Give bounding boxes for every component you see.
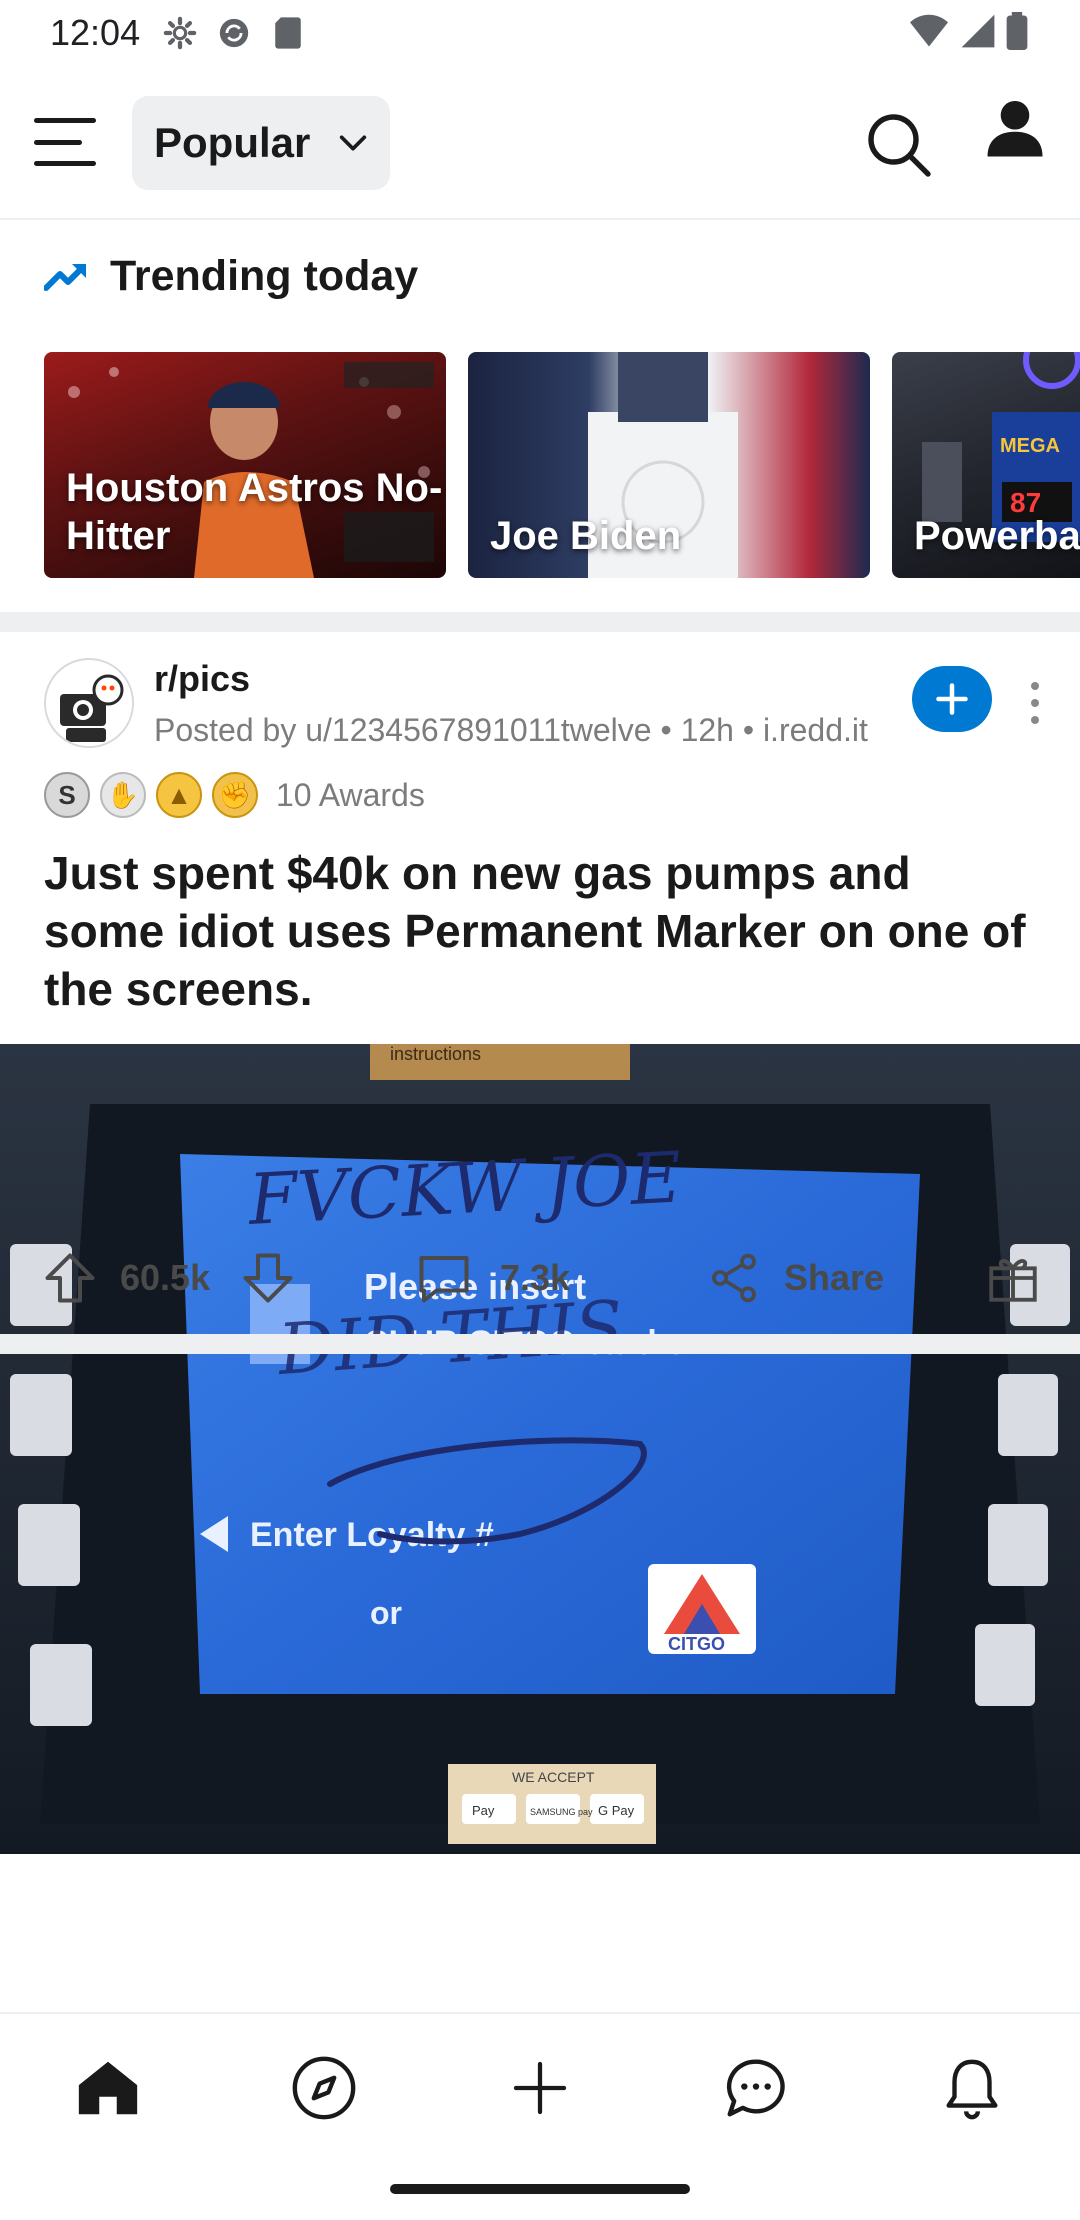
wifi-icon: [908, 12, 950, 55]
post-meta: Posted by u/1234567891011twelve • 12h • …: [154, 712, 868, 748]
menu-button[interactable]: [30, 112, 100, 172]
settings-status-icon: [162, 15, 198, 51]
gold-award-icon: ✊: [212, 772, 258, 818]
feed-selector[interactable]: Popular: [132, 96, 390, 190]
post-title[interactable]: Just spent $40k on new gas pumps and som…: [44, 844, 1034, 1018]
gift-award-icon: [989, 1259, 1037, 1302]
gesture-navigation-bar[interactable]: [390, 2184, 690, 2194]
comment-icon: [419, 1256, 469, 1303]
create-icon: [513, 2061, 567, 2115]
award-button[interactable]: [984, 1244, 1042, 1312]
discover-icon: [292, 2056, 356, 2120]
sd-card-status-icon: [270, 15, 306, 51]
gas-pump-screen-image: instructions Please insert CLUB CITGO ca…: [0, 1044, 1080, 1854]
chevron-down-icon: [336, 126, 370, 165]
share-icon: [712, 1253, 756, 1303]
dot: [1031, 699, 1039, 707]
status-notification-icons: [162, 15, 306, 51]
more-options-button[interactable]: [1020, 678, 1050, 728]
svg-text:MEGA: MEGA: [1000, 435, 1060, 457]
dot: [1031, 682, 1039, 690]
instructions-label: instructions: [390, 1044, 481, 1064]
pay-1: Pay: [472, 1803, 495, 1818]
helpful-award-icon: ▲: [156, 772, 202, 818]
trending-card-label: Houston Astros No-Hitter: [66, 466, 443, 558]
feed-selector-label: Popular: [154, 119, 311, 166]
nav-home[interactable]: [70, 2050, 146, 2126]
trending-card-powerball[interactable]: MEGA 87 Powerba: [892, 352, 1080, 578]
status-bar: 12:04: [0, 0, 1080, 66]
bottom-navigation: [0, 2012, 1080, 2152]
trending-card-biden[interactable]: Joe Biden: [468, 352, 870, 578]
post-divider: [0, 1334, 1080, 1354]
trending-card-label: Joe Biden: [490, 514, 682, 558]
section-divider: [0, 612, 1080, 632]
we-accept-label: WE ACCEPT: [512, 1769, 595, 1785]
share-button[interactable]: Share: [706, 1244, 884, 1312]
awards-row[interactable]: S ✋ ▲ ✊ 10 Awards: [44, 772, 425, 818]
silver-award-icon: S: [44, 772, 90, 818]
profile-icon: [987, 100, 1043, 157]
sync-status-icon: [216, 15, 252, 51]
notifications-icon: [946, 2059, 998, 2120]
status-system-icons: [908, 12, 1028, 55]
wholesome-award-icon: ✋: [100, 772, 146, 818]
pay-3: G Pay: [598, 1803, 635, 1818]
battery-icon: [1006, 12, 1028, 55]
awards-count: 10 Awards: [276, 776, 425, 813]
trending-card-label: Powerba: [914, 514, 1080, 558]
post-actions: 60.5k 7.3k Share: [0, 1222, 1080, 1334]
menu-icon-line: [34, 161, 96, 166]
share-label: Share: [784, 1257, 885, 1298]
subreddit-avatar[interactable]: [44, 658, 134, 748]
vote-count: 60.5k: [120, 1244, 210, 1312]
citgo-brand: CITGO: [668, 1634, 725, 1654]
signal-icon: [960, 13, 996, 54]
trending-card-astros[interactable]: Houston Astros No-Hitter: [44, 352, 446, 578]
downvote-icon: [243, 1253, 293, 1303]
subreddit-name[interactable]: r/pics: [154, 658, 250, 700]
trending-title: Trending today: [110, 252, 419, 300]
comments-button[interactable]: 7.3k: [414, 1244, 570, 1312]
dot: [1031, 716, 1039, 724]
pay-2: SAMSUNG pay: [530, 1807, 593, 1817]
profile-button[interactable]: [982, 96, 1048, 166]
screen-text-3: Enter Loyalty #: [250, 1516, 494, 1554]
search-button[interactable]: [862, 108, 942, 188]
comment-count: 7.3k: [500, 1257, 571, 1298]
trending-header: Trending today: [44, 252, 418, 301]
vote-count-text: 60.5k: [120, 1257, 211, 1298]
nav-notifications[interactable]: [934, 2050, 1010, 2126]
nav-create[interactable]: [502, 2050, 578, 2126]
menu-icon-line: [34, 118, 96, 123]
upvote-button[interactable]: [40, 1244, 100, 1312]
join-button[interactable]: [912, 666, 992, 732]
trending-section: Trending today Houston Astros No-Hitter …: [0, 222, 1080, 612]
status-time: 12:04: [50, 12, 141, 53]
upvote-icon: [45, 1253, 95, 1303]
post-image[interactable]: instructions Please insert CLUB CITGO ca…: [0, 1044, 1080, 1854]
downvote-button[interactable]: [238, 1244, 298, 1312]
screen-text-4: or: [370, 1595, 402, 1631]
chat-icon: [726, 2059, 785, 2117]
trending-icon: [44, 263, 86, 291]
nav-chat[interactable]: [718, 2050, 794, 2126]
home-icon: [78, 2061, 138, 2115]
nav-discover[interactable]: [286, 2050, 362, 2126]
menu-icon-line: [34, 139, 83, 145]
search-icon: [868, 114, 931, 177]
plus-icon: [936, 683, 968, 715]
app-header: Popular: [0, 66, 1080, 220]
